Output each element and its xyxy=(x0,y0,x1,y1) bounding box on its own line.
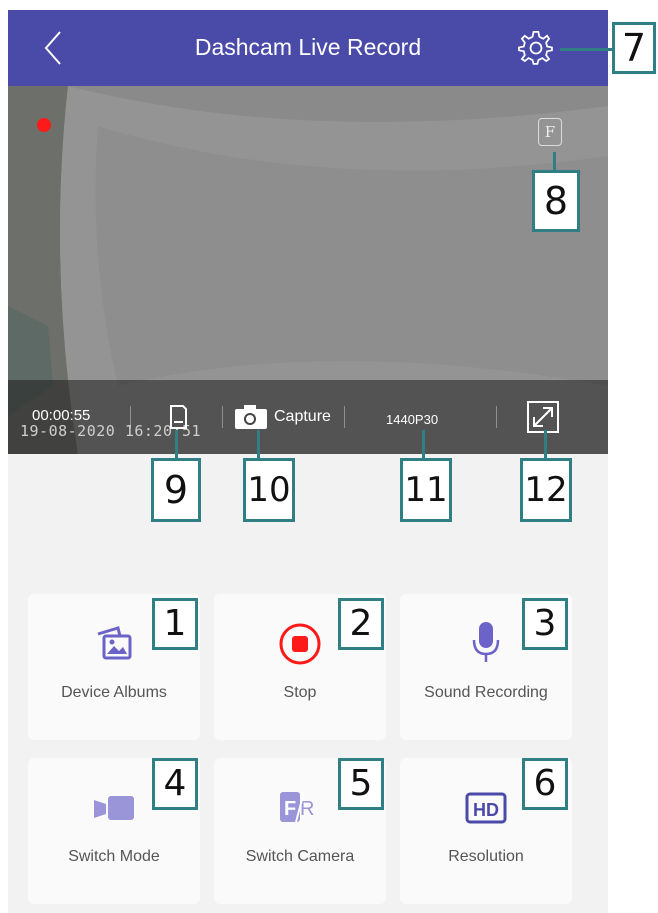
app-screen: Dashcam Live Record F 00:00:55 19-08-202… xyxy=(8,10,608,913)
callout-1: 1 xyxy=(152,598,198,650)
callout-11: 11 xyxy=(400,458,452,522)
sd-card-icon[interactable] xyxy=(168,404,188,430)
callout-8: 8 xyxy=(532,170,580,232)
callout-3: 3 xyxy=(522,598,568,650)
callout-line xyxy=(544,430,547,460)
tile-label: Sound Recording xyxy=(424,684,548,701)
callout-10: 10 xyxy=(243,458,295,522)
resolution-readout[interactable]: 1440P30 xyxy=(386,412,438,427)
microphone-icon xyxy=(472,622,500,662)
gear-icon[interactable] xyxy=(518,30,554,66)
camera-badge: F xyxy=(538,118,562,146)
recording-indicator xyxy=(37,118,51,132)
callout-line xyxy=(560,48,616,51)
divider xyxy=(344,406,345,428)
svg-text:HD: HD xyxy=(473,800,499,820)
app-header: Dashcam Live Record xyxy=(8,10,608,86)
video-camera-icon xyxy=(94,796,134,820)
tile-label: Resolution xyxy=(448,848,524,865)
live-video-view[interactable]: F xyxy=(8,86,608,454)
tile-label: Device Albums xyxy=(61,684,167,701)
callout-12: 12 xyxy=(520,458,572,522)
album-icon xyxy=(97,626,132,660)
divider xyxy=(222,406,223,428)
callout-7: 7 xyxy=(612,22,656,74)
callout-line xyxy=(257,430,260,460)
front-rear-icon: FR xyxy=(280,791,314,823)
callout-line xyxy=(175,430,178,460)
capture-button[interactable]: Capture xyxy=(274,408,331,426)
stop-record-icon xyxy=(279,623,321,665)
tile-label: Switch Camera xyxy=(245,848,355,865)
tile-label: Stop xyxy=(283,684,317,701)
callout-line xyxy=(422,430,425,460)
divider xyxy=(496,406,497,428)
callout-6: 6 xyxy=(522,758,568,810)
callout-5: 5 xyxy=(338,758,384,810)
hd-icon: HD xyxy=(465,792,507,824)
fullscreen-icon[interactable] xyxy=(526,400,560,434)
svg-text:F: F xyxy=(284,798,296,820)
camera-icon[interactable] xyxy=(234,404,268,430)
callout-9: 9 xyxy=(151,458,201,522)
callout-4: 4 xyxy=(152,758,198,810)
tile-label: Switch Mode xyxy=(68,848,160,865)
divider xyxy=(130,406,131,428)
callout-2: 2 xyxy=(338,598,384,650)
